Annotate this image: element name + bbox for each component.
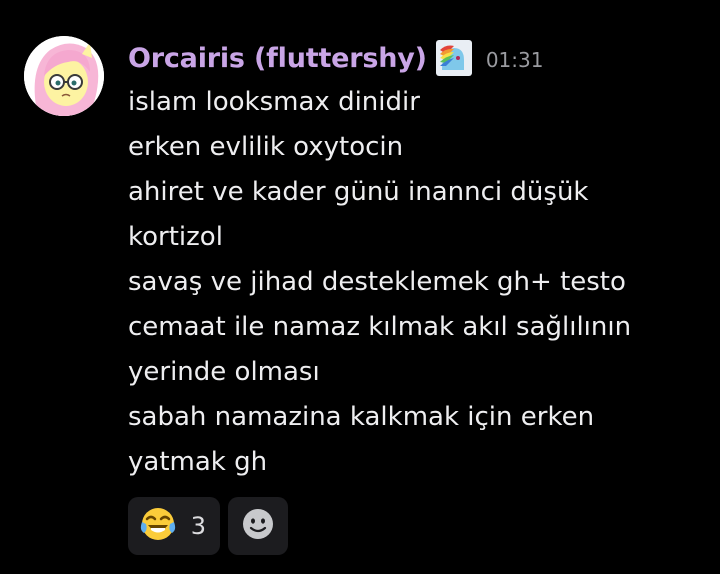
username[interactable]: Orcairis (fluttershy) <box>128 43 427 74</box>
rainbow-dash-role-icon[interactable] <box>435 40 472 76</box>
message-line: ahiret ve kader günü inannci düşük <box>128 177 589 207</box>
message-line: savaş ve jihad desteklemek gh+ testo <box>128 267 626 297</box>
message-line: cemaat ile namaz kılmak akıl sağlılının <box>128 312 632 342</box>
message-line: yatmak gh <box>128 447 268 477</box>
user-avatar[interactable] <box>24 36 104 116</box>
message-line: islam looksmax dinidir <box>128 87 420 117</box>
message-line: erken evlilik oxytocin <box>128 132 404 162</box>
smiley-add-reaction-icon <box>241 507 275 545</box>
reaction-joy-button[interactable]: 3 <box>128 497 220 555</box>
chat-message: Orcairis (fluttershy) 01:31 islam looksm… <box>0 0 720 574</box>
reaction-count: 3 <box>190 512 206 540</box>
message-line: yerinde olması <box>128 357 320 387</box>
message-timestamp: 01:31 <box>485 48 544 72</box>
joy-tears-icon <box>138 504 178 548</box>
message-content: islam looksmax dinidir erken evlilik oxy… <box>128 80 698 485</box>
add-reaction-button[interactable] <box>228 497 288 555</box>
fluttershy-avatar-icon <box>24 36 104 116</box>
message-line: sabah namazina kalkmak için erken <box>128 402 595 432</box>
reactions-bar: 3 <box>128 497 288 555</box>
message-header: Orcairis (fluttershy) 01:31 <box>128 38 543 78</box>
message-line: kortizol <box>128 222 223 252</box>
